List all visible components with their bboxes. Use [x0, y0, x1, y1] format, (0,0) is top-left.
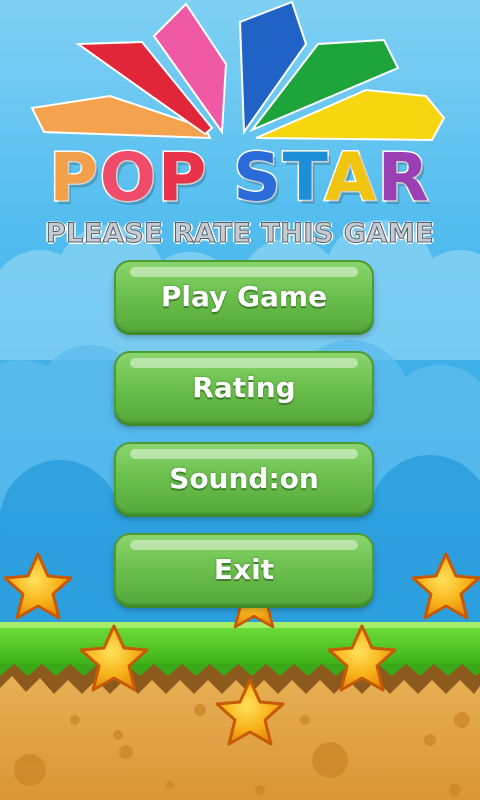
title-letter: T — [281, 138, 325, 218]
sound-label: Sound:on — [169, 461, 319, 495]
exit-label: Exit — [213, 552, 275, 586]
rating-button[interactable]: Rating — [114, 351, 374, 423]
game-title: POP STAR — [0, 138, 480, 218]
rating-label: Rating — [192, 370, 296, 404]
title-space — [208, 139, 233, 216]
title-letter: R — [376, 138, 431, 218]
title-letter: O — [98, 138, 158, 218]
play-game-button[interactable]: Play Game — [114, 260, 374, 332]
title-letter: P — [156, 138, 209, 218]
exit-button[interactable]: Exit — [114, 533, 374, 605]
sound-toggle-button[interactable]: Sound:on — [114, 442, 374, 514]
title-letter: S — [232, 138, 283, 218]
play-game-label: Play Game — [160, 279, 328, 313]
rate-prompt: PLEASE RATE THIS GAME — [45, 218, 435, 250]
title-letter: P — [48, 138, 100, 218]
title-letter: A — [323, 138, 378, 218]
main-menu: Play Game Rating Sound:on Exit — [114, 260, 374, 624]
